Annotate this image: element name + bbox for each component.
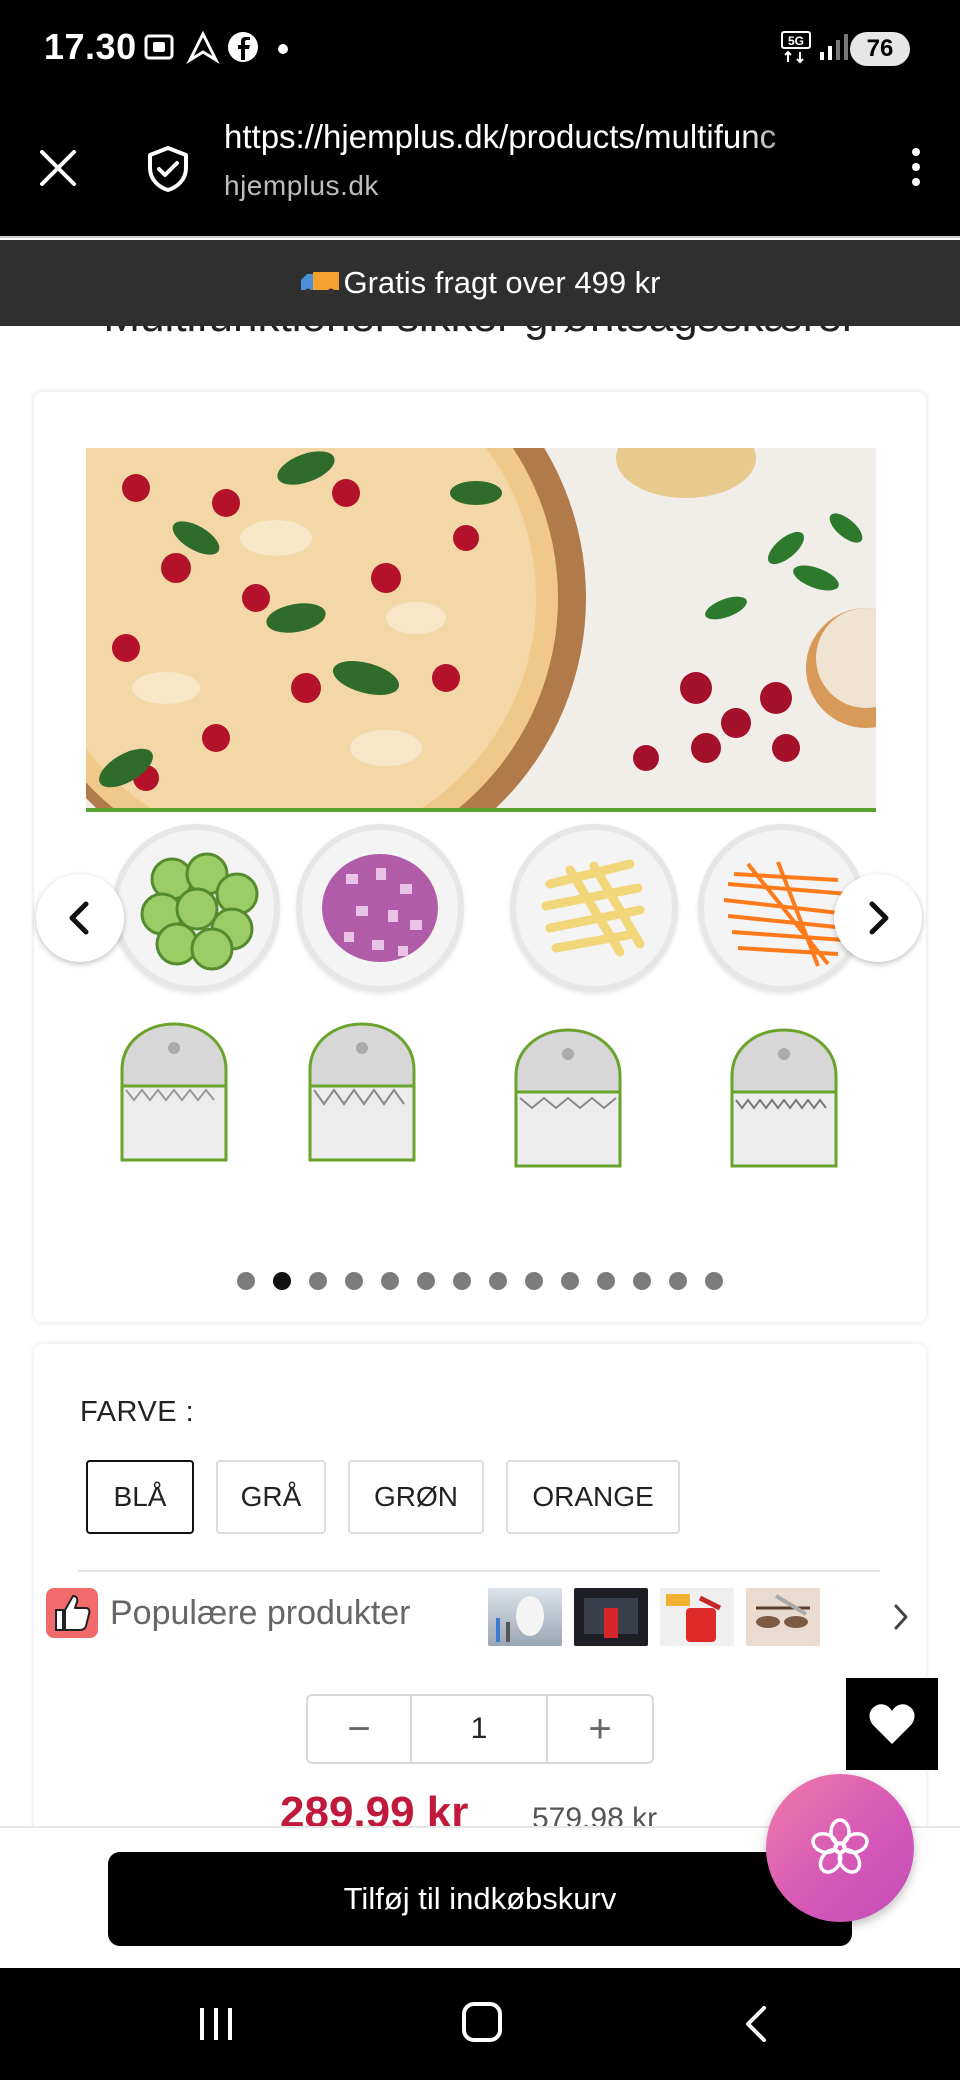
pizza-photo xyxy=(86,448,876,812)
more-vert-icon xyxy=(912,148,920,156)
url-domain: hjemplus.dk xyxy=(224,170,379,201)
pagination-dot[interactable] xyxy=(273,1272,291,1290)
browser-menu-button[interactable] xyxy=(906,144,926,194)
chevron-right-icon xyxy=(869,901,889,935)
divider xyxy=(78,1570,880,1572)
android-navigation-bar xyxy=(0,1968,960,2080)
heart-icon xyxy=(869,1704,915,1744)
add-to-cart-button[interactable]: Tilføj til indkøbskurv xyxy=(108,1852,852,1946)
pagination-dot[interactable] xyxy=(561,1272,579,1290)
thumbs-up-icon xyxy=(46,1588,98,1638)
back-icon[interactable] xyxy=(742,2004,768,2044)
5g-icon: 5G xyxy=(781,31,811,64)
plate-onion-image[interactable] xyxy=(296,824,464,992)
blade-julienne-image[interactable] xyxy=(728,1026,840,1168)
pagination-dot[interactable] xyxy=(525,1272,543,1290)
gallery-card xyxy=(34,392,926,1322)
color-option-grey[interactable]: GRÅ xyxy=(216,1460,326,1534)
close-icon[interactable] xyxy=(36,146,80,190)
screenshot-icon xyxy=(144,34,174,60)
announcement-text: Gratis fragt over 499 kr xyxy=(343,265,661,300)
flower-icon xyxy=(811,1818,869,1874)
pagination-dot[interactable] xyxy=(597,1272,615,1290)
home-icon[interactable] xyxy=(462,2002,502,2042)
browser-url-bar: https://hjemplus.dk/products/multifunc h… xyxy=(0,100,960,238)
pagination-dot[interactable] xyxy=(381,1272,399,1290)
url-text[interactable]: https://hjemplus.dk/products/multifunc xyxy=(224,118,834,156)
gallery-pagination xyxy=(34,1272,926,1294)
chevron-left-icon xyxy=(69,901,89,935)
popular-products-label: Populære produkter xyxy=(110,1594,411,1632)
pagination-dot[interactable] xyxy=(669,1272,687,1290)
plate-fries-image[interactable] xyxy=(510,824,678,992)
status-bar: 17.30 5G 76 xyxy=(0,0,960,100)
color-option-green[interactable]: GRØN xyxy=(348,1460,484,1534)
pagination-dot[interactable] xyxy=(309,1272,327,1290)
blade-slicer-image[interactable] xyxy=(118,1020,230,1162)
notification-dot xyxy=(278,44,288,54)
blade-dicer-image[interactable] xyxy=(306,1020,418,1162)
gallery-prev-button[interactable] xyxy=(36,874,124,962)
color-option-orange[interactable]: ORANGE xyxy=(506,1460,680,1534)
product-title: Multifunktionel sikker grøntsagsskærer xyxy=(0,326,960,342)
facebook-icon xyxy=(228,32,258,62)
title-clip: Multifunktionel sikker grøntsagsskærer xyxy=(0,326,960,362)
pagination-dot[interactable] xyxy=(237,1272,255,1290)
chevron-right-icon[interactable] xyxy=(890,1602,912,1632)
quantity-input[interactable]: 1 xyxy=(412,1696,548,1762)
popular-product-thumb[interactable] xyxy=(488,1588,562,1646)
rewards-button[interactable] xyxy=(766,1774,914,1922)
pagination-dot[interactable] xyxy=(453,1272,471,1290)
battery-indicator: 76 xyxy=(850,32,910,66)
pagination-dot[interactable] xyxy=(705,1272,723,1290)
popular-product-thumb[interactable] xyxy=(660,1588,734,1646)
svg-text:5G: 5G xyxy=(788,34,804,48)
plate-cucumber-image[interactable] xyxy=(112,824,280,992)
blade-fries-image[interactable] xyxy=(512,1026,624,1168)
truck-icon xyxy=(301,272,340,296)
shield-check-icon[interactable] xyxy=(144,144,192,194)
quantity-decrease-button[interactable]: − xyxy=(308,1696,412,1762)
gallery-next-button[interactable] xyxy=(834,874,922,962)
quantity-increase-button[interactable]: + xyxy=(548,1696,652,1762)
signal-icon xyxy=(820,34,848,60)
status-time: 17.30 xyxy=(44,26,137,67)
navigation-icon xyxy=(186,30,220,64)
announcement-bar: Gratis fragt over 499 kr xyxy=(0,240,960,326)
pagination-dot[interactable] xyxy=(489,1272,507,1290)
pagination-dot[interactable] xyxy=(417,1272,435,1290)
popular-product-thumb[interactable] xyxy=(746,1588,820,1646)
recent-apps-icon[interactable] xyxy=(196,2006,236,2042)
pagination-dot[interactable] xyxy=(345,1272,363,1290)
wishlist-button[interactable] xyxy=(846,1678,938,1770)
popular-products-row[interactable]: Populære produkter xyxy=(46,1588,926,1648)
popular-product-thumb[interactable] xyxy=(574,1588,648,1646)
pagination-dot[interactable] xyxy=(633,1272,651,1290)
color-option-blue[interactable]: BLÅ xyxy=(86,1460,194,1534)
color-label: FARVE : xyxy=(80,1396,195,1428)
quantity-stepper: − 1 + xyxy=(306,1694,654,1764)
product-main-image[interactable] xyxy=(86,448,876,812)
